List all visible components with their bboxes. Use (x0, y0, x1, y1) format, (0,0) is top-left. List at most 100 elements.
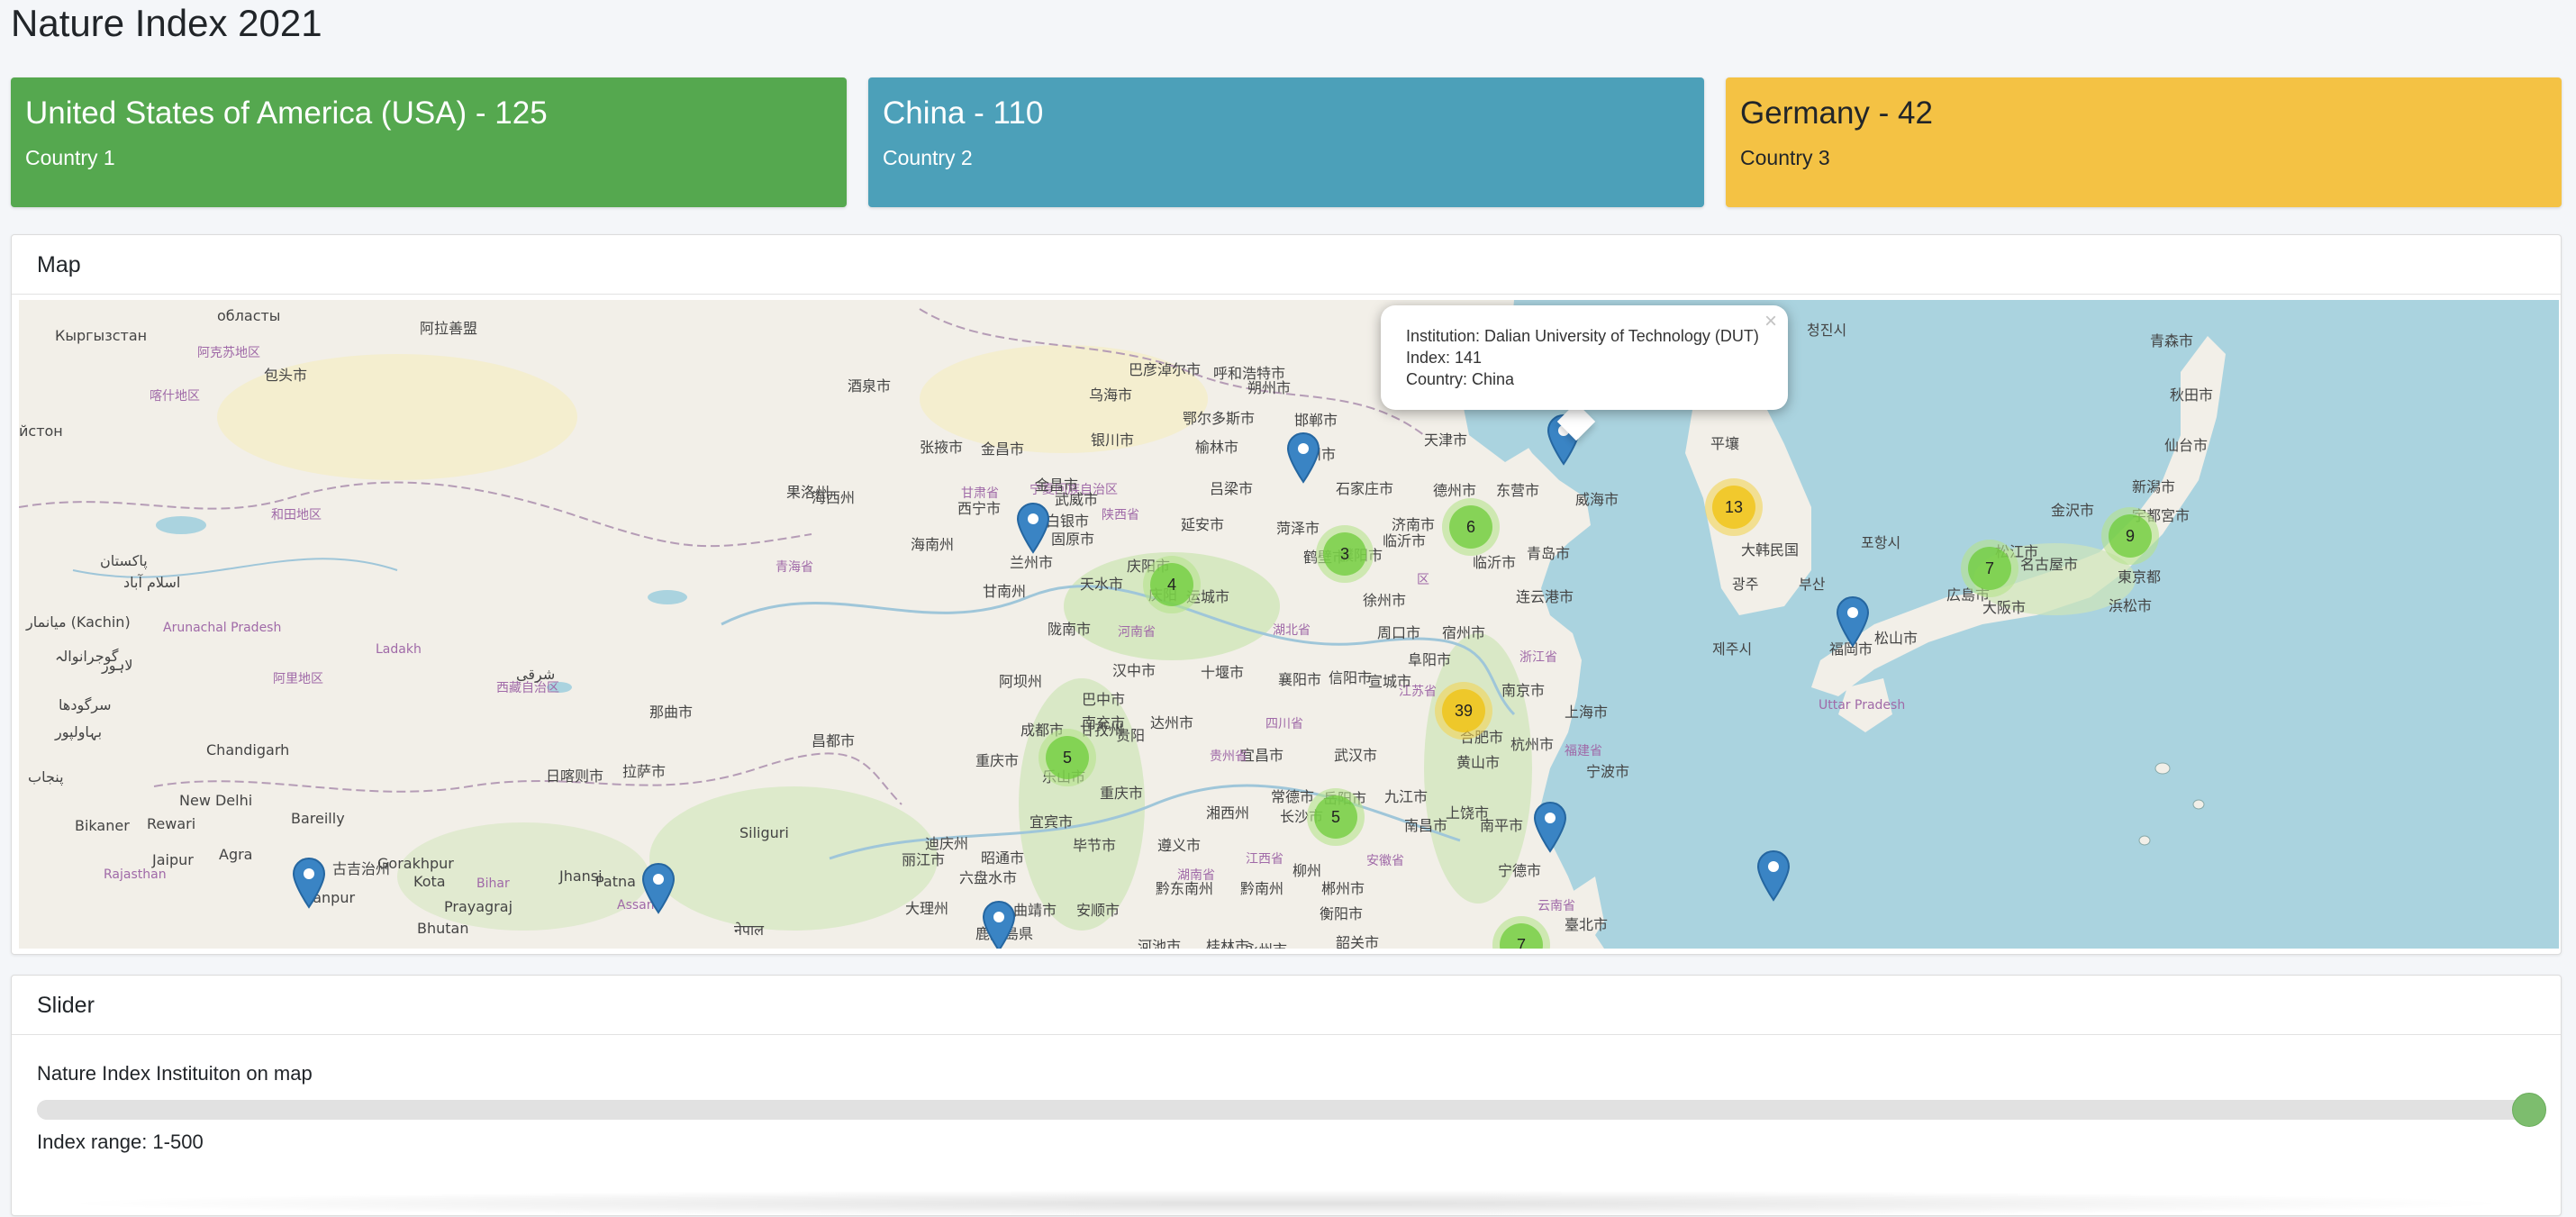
index-range-slider[interactable] (37, 1093, 2546, 1127)
map-place-label: 贵阳 (1116, 727, 1146, 744)
map-place-label: Rewari (147, 815, 196, 832)
map-place-label: Bihar (476, 876, 510, 891)
map-place-label: 昭通市 (981, 849, 1025, 867)
map-place-label: 柳州 (1293, 862, 1322, 879)
map-place-label: Bareilly (291, 810, 345, 827)
map-place-label: 포항시 (1861, 534, 1901, 551)
slider-handle[interactable] (2512, 1093, 2546, 1127)
map-place-label: 东营市 (1496, 482, 1540, 499)
marker-cluster-count: 4 (1150, 563, 1193, 606)
marker-cluster[interactable]: 7 (1961, 540, 2018, 597)
marker-cluster-count: 3 (1323, 532, 1366, 576)
map-place-label: اسلام آباد (123, 574, 181, 591)
slider-shadow (48, 1190, 2525, 1217)
map-place-label: 湖北省 (1273, 623, 1311, 638)
marker-cluster[interactable]: 3 (1316, 525, 1374, 583)
map-place-label: 桂林市 (1206, 938, 1250, 949)
map-place-label: پاکستان (100, 552, 148, 569)
marker-cluster[interactable]: 39 (1435, 682, 1492, 740)
map-pin-icon[interactable] (982, 900, 1016, 949)
country-1-rank: Country 1 (25, 146, 115, 169)
map-place-label: 乌海市 (1089, 386, 1133, 404)
map-place-label: 黄山市 (1456, 754, 1501, 771)
map-place-label: 达州市 (1150, 714, 1194, 731)
map-place-label: 甘肃省 (961, 486, 999, 501)
map-place-label: 德州市 (1433, 482, 1477, 499)
map-place-label: 延安市 (1181, 516, 1225, 533)
country-3-box: Germany - 42 Country 3 (1726, 77, 2562, 207)
map-place-label: 昌都市 (812, 732, 856, 749)
map-place-label: 陇南市 (1048, 621, 1092, 638)
marker-cluster[interactable]: 13 (1705, 478, 1763, 536)
map-place-label: 大理州 (905, 900, 949, 917)
map-place-label: 大阪市 (1982, 599, 2027, 616)
page-title: Nature Index 2021 (11, 2, 322, 44)
map-place-label: 九江市 (1384, 788, 1429, 805)
map-place-label: 果洛州 (786, 484, 830, 501)
country-3-headline: Germany - 42 (1740, 95, 1933, 131)
map-place-label: 安顺市 (1076, 902, 1120, 919)
map-place-label: 宣城市 (1368, 673, 1412, 690)
map-place-label: 郴州市 (1321, 880, 1365, 897)
marker-cluster[interactable]: 5 (1039, 729, 1096, 786)
map-place-label: 阿里地区 (273, 672, 323, 686)
popup-country: Country: China (1406, 370, 1515, 388)
map-place-label: 云南省 (1537, 899, 1575, 913)
map-place-label: لاہور (102, 657, 133, 674)
map-place-label: 河南省 (1118, 625, 1156, 640)
map-place-label: 新潟市 (2132, 478, 2176, 495)
marker-cluster[interactable]: 9 (2101, 507, 2159, 565)
map-pin-icon[interactable] (1016, 502, 1050, 554)
map-place-label: 古吉治州 (332, 860, 391, 877)
map-place-label: شرقی (516, 666, 556, 683)
map-place-label: областы (217, 307, 281, 324)
map-place-label: 南昌市 (1404, 817, 1448, 834)
map-place-label: 张掖市 (920, 439, 964, 456)
map-place-label: 河池市 (1138, 938, 1182, 949)
slider-label: Nature Index Instituiton on map (37, 1062, 313, 1085)
popup-close-icon[interactable]: × (1764, 311, 1777, 332)
map-place-label: 和田地区 (271, 508, 322, 522)
slider-card: Slider Nature Index Instituiton on map I… (11, 975, 2562, 1217)
map-pin-icon[interactable] (1836, 595, 1870, 648)
marker-cluster-count: 39 (1442, 689, 1485, 732)
map-card-header: Map (12, 235, 2561, 295)
map-place-label: 区 (1417, 573, 1429, 587)
marker-cluster[interactable]: 5 (1307, 788, 1365, 846)
map-pin-icon[interactable] (292, 857, 326, 909)
map-place-label: 武汉市 (1334, 747, 1378, 764)
map-card: Map Кыргызстан 阿克苏地区 喀什地区 和田地区 阿里地区 拉萨市 … (11, 234, 2562, 955)
map-pin-icon[interactable] (641, 862, 676, 914)
map-place-label: 重庆市 (975, 752, 1020, 769)
map-place-label: 威海市 (1575, 491, 1619, 508)
map-place-label: 韶关市 (1336, 934, 1380, 949)
map-place-label: سرگودھا (59, 696, 112, 713)
map-place-label: Chandigarh (206, 741, 290, 758)
institution-popup: Institution: Dalian University of Techno… (1381, 305, 1788, 410)
country-1-box: United States of America (USA) - 125 Cou… (11, 77, 847, 207)
map-place-label: 黔南州 (1240, 880, 1284, 897)
map-place-label: Arunachal Pradesh (163, 621, 282, 635)
map-pin-icon[interactable] (1286, 431, 1320, 484)
map-pin-icon[interactable] (1533, 801, 1567, 853)
marker-cluster[interactable]: 6 (1442, 498, 1500, 556)
map-place-label: Agra (219, 846, 253, 863)
map-place-label: 十堰市 (1201, 664, 1245, 681)
map-place-label: 巴彦淖尔市 (1129, 361, 1202, 378)
map-place-label: 四川省 (1265, 717, 1303, 731)
map-place-label: 浜松市 (2109, 597, 2153, 614)
map-place-label: 臺北市 (1565, 916, 1609, 933)
map-place-label: 六盘水市 (959, 869, 1018, 886)
map-place-label: 金沢市 (2051, 502, 2095, 519)
map-place-label: Rajasthan (104, 867, 167, 882)
map-place-label: 青岛市 (1527, 545, 1571, 562)
map-view[interactable]: Кыргызстан 阿克苏地区 喀什地区 和田地区 阿里地区 拉萨市 日喀则市 那曲市 昌都市… (19, 300, 2559, 949)
map-place-label: 제주시 (1712, 640, 1753, 658)
map-place-label: 衡阳市 (1320, 905, 1364, 922)
map-pin-icon[interactable] (1756, 849, 1791, 902)
map-place-label: 金昌市 (981, 440, 1025, 458)
marker-cluster[interactable]: 4 (1143, 556, 1201, 613)
map-place-label: 松山市 (1874, 630, 1918, 647)
map-place-label: नेपाल (734, 922, 764, 939)
map-place-label: 襄阳市 (1278, 671, 1322, 688)
